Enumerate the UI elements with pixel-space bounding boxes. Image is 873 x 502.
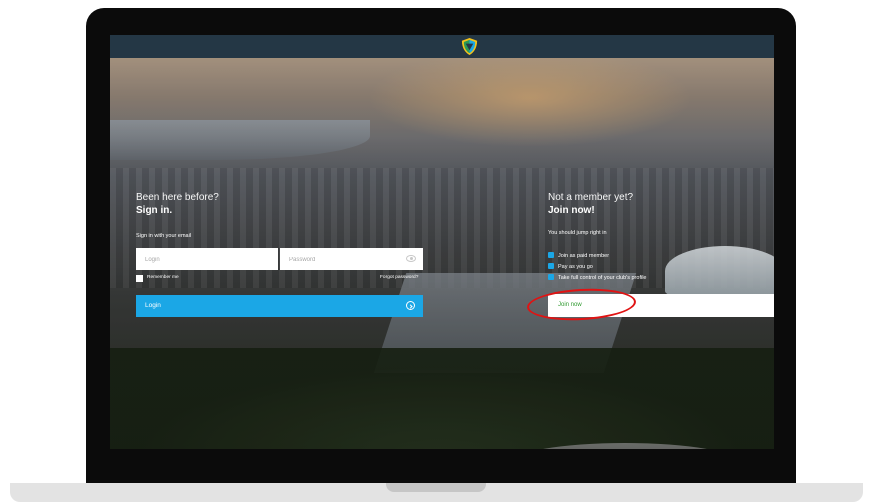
shield-logo-icon[interactable] (460, 37, 479, 56)
arrow-right-icon (406, 301, 415, 310)
login-field[interactable] (136, 248, 278, 271)
check-icon (548, 252, 554, 258)
login-input[interactable] (136, 249, 278, 271)
join-question: Not a member yet? (548, 192, 634, 203)
signin-heading: Sign in. (136, 205, 173, 216)
check-icon (548, 263, 554, 269)
login-button-label: Login (145, 302, 161, 309)
benefit-label: Take full control of your club's profile (558, 275, 647, 281)
check-icon (548, 274, 554, 280)
email-prompt: Sign in with your email (136, 233, 192, 239)
password-field[interactable] (280, 248, 423, 271)
remember-me-checkbox[interactable] (136, 275, 143, 282)
benefit-label: Join as paid member (558, 253, 610, 259)
laptop-notch (386, 483, 486, 492)
signin-question: Been here before? (136, 192, 219, 203)
remember-me-label[interactable]: Remember me (147, 275, 179, 280)
forgot-password-link[interactable]: Forgot password? (380, 275, 418, 280)
benefit-label: Pay as you go (558, 264, 593, 270)
password-input[interactable] (280, 249, 423, 271)
eye-icon[interactable] (406, 255, 416, 262)
benefit-item: Take full control of your club's profile (548, 274, 646, 281)
login-button[interactable]: Login (136, 295, 423, 317)
benefit-item: Pay as you go (548, 263, 593, 270)
app-screen: Been here before? Sign in. Sign in with … (110, 35, 774, 449)
top-bar (110, 35, 774, 58)
join-subtitle: You should jump right in (548, 230, 607, 236)
join-heading: Join now! (548, 205, 595, 216)
benefit-item: Join as paid member (548, 252, 609, 259)
